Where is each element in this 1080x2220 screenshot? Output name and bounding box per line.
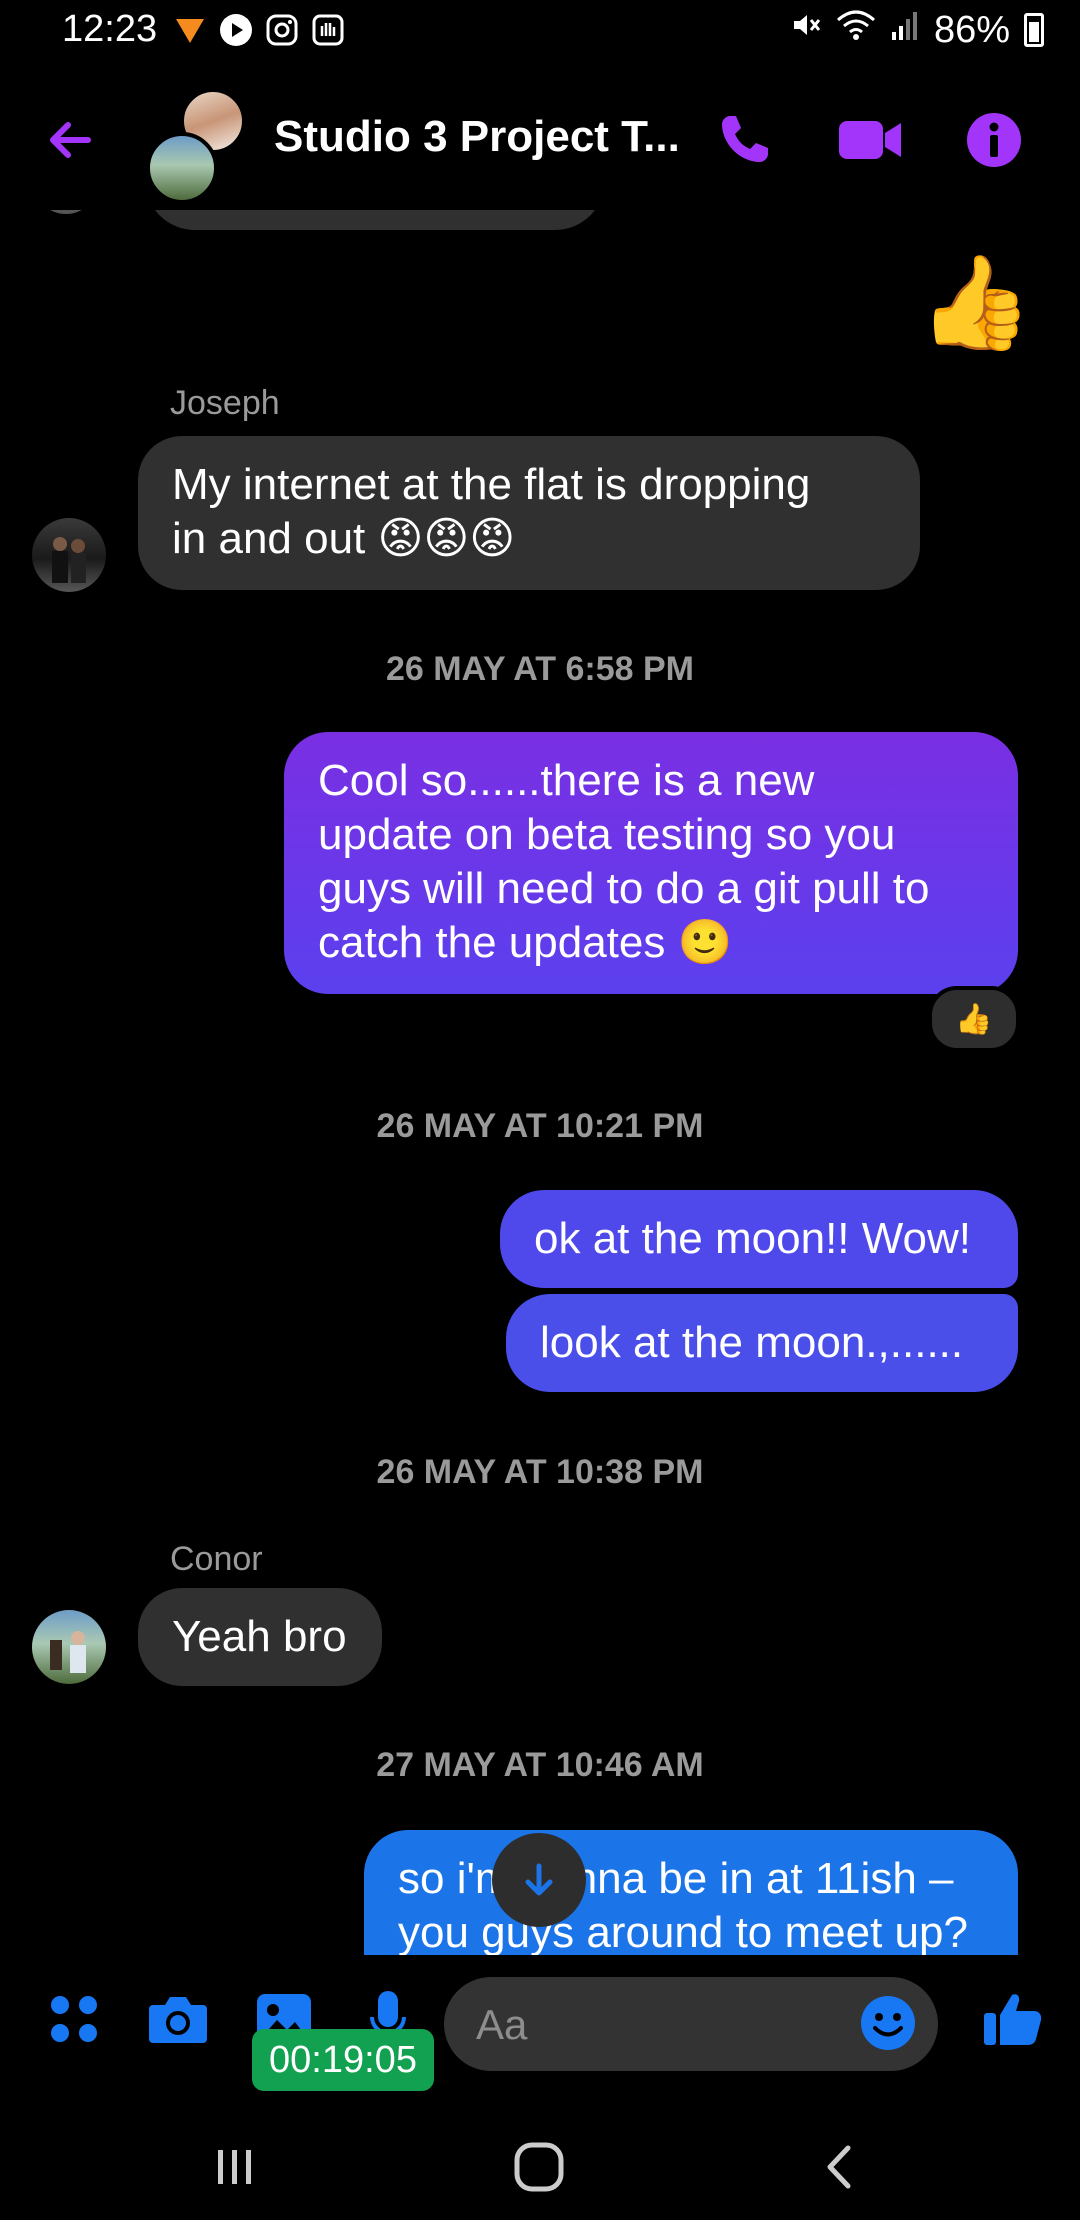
mute-icon [788, 8, 822, 52]
battery-icon [1024, 13, 1044, 47]
thumbs-up-sticker[interactable]: 👍 [918, 250, 1033, 357]
swiggy-icon [172, 12, 208, 48]
avatar[interactable] [32, 518, 106, 592]
sender-name: Joseph [170, 384, 280, 422]
back-nav-button[interactable] [806, 2132, 876, 2202]
video-call-button[interactable] [834, 104, 906, 176]
message-bubble[interactable]: look at the moon.,...... [506, 1294, 1018, 1392]
timestamp: 27 MAY AT 10:46 AM [376, 1746, 704, 1784]
recents-icon [218, 2150, 251, 2184]
message-text: update on beta testing so you [318, 810, 896, 859]
info-button[interactable] [958, 104, 1030, 176]
play-icon [218, 12, 254, 48]
system-nav-bar [0, 2110, 1080, 2220]
message-input[interactable]: Aa [444, 1977, 938, 2071]
camera-icon [149, 1997, 207, 2043]
status-right: 86% [788, 8, 1044, 52]
message-text: My internet at the flat is dropping [172, 460, 811, 509]
home-button[interactable] [504, 2132, 574, 2202]
message-bubble[interactable]: ok at the moon!! Wow! [500, 1190, 1018, 1288]
message-text: ok at the moon!! Wow! [534, 1214, 971, 1263]
video-camera-icon [839, 121, 901, 159]
phone-icon [722, 116, 768, 162]
smile-emoji: 🙂 [677, 918, 733, 967]
timestamp: 26 MAY AT 10:21 PM [376, 1107, 704, 1145]
avatar [146, 132, 218, 204]
conversation-header: Studio 3 Project T... [0, 70, 1080, 210]
recents-button[interactable] [200, 2132, 270, 2202]
message-text: in and out 😡😡😡 [172, 514, 516, 563]
message-bubble[interactable]: Yeah bro [138, 1588, 382, 1686]
camera-button[interactable] [142, 1983, 214, 2055]
message-text: catch the updates 🙂 [318, 918, 733, 967]
arrow-down-icon [525, 1863, 553, 1896]
message-bubble[interactable] [145, 210, 605, 230]
chevron-left-icon [827, 2145, 851, 2189]
avatar [34, 210, 98, 214]
timestamp: 26 MAY AT 6:58 PM [385, 650, 694, 688]
timestamp: 26 MAY AT 10:38 PM [376, 1453, 704, 1491]
avatar[interactable] [32, 1610, 106, 1684]
message-bubble[interactable]: Cool so......there is a new update on be… [284, 732, 1018, 994]
recording-timer: 00:19:05 [252, 2029, 434, 2091]
signal-icon [890, 8, 920, 52]
send-like-button[interactable] [976, 1983, 1048, 2055]
message-text: Cool so......there is a new [318, 756, 815, 805]
home-icon [514, 2142, 564, 2192]
status-bar: 12:23 86% [0, 0, 1080, 64]
back-arrow-icon [50, 122, 91, 158]
four-dots-icon [51, 1996, 97, 2042]
message-text: look at the moon.,...... [540, 1318, 964, 1367]
angry-emoji: 😡😡😡 [377, 514, 516, 563]
emoji-button[interactable] [858, 1993, 918, 2053]
reaction-badge[interactable]: 👍 [928, 986, 1020, 1052]
hand-icon [310, 12, 346, 48]
scroll-to-bottom-button[interactable] [492, 1833, 586, 1927]
wifi-icon [836, 8, 876, 52]
info-icon [967, 113, 1021, 167]
group-avatar[interactable] [146, 88, 256, 204]
message-text: so i'm gonna be in at 11ish – [398, 1854, 954, 1903]
message-text: guys will need to do a git pull to [318, 864, 930, 913]
voice-call-button[interactable] [708, 104, 780, 176]
instagram-icon [264, 12, 300, 48]
battery-percent: 86% [933, 8, 1010, 51]
smiley-icon [861, 1996, 915, 2050]
message-list[interactable]: 👍 Joseph My internet at the flat is drop… [0, 210, 1080, 1955]
thumbs-up-icon [984, 1994, 1042, 2045]
status-time: 12:23 [62, 8, 158, 50]
message-text: you guys around to meet up? [398, 1908, 968, 1955]
message-input-placeholder: Aa [476, 2001, 528, 2048]
composer-bar: Aa [0, 1955, 1080, 2095]
more-actions-button[interactable] [38, 1983, 110, 2055]
back-button[interactable] [40, 110, 100, 170]
sender-name: Conor [170, 1540, 263, 1578]
message-bubble[interactable]: My internet at the flat is dropping in a… [138, 436, 920, 590]
message-text: Yeah bro [172, 1612, 347, 1661]
message-bubble[interactable]: so i'm gonna be in at 11ish – you guys a… [364, 1830, 1018, 1955]
status-app-icons [172, 12, 346, 48]
conversation-title[interactable]: Studio 3 Project T... [274, 112, 680, 162]
